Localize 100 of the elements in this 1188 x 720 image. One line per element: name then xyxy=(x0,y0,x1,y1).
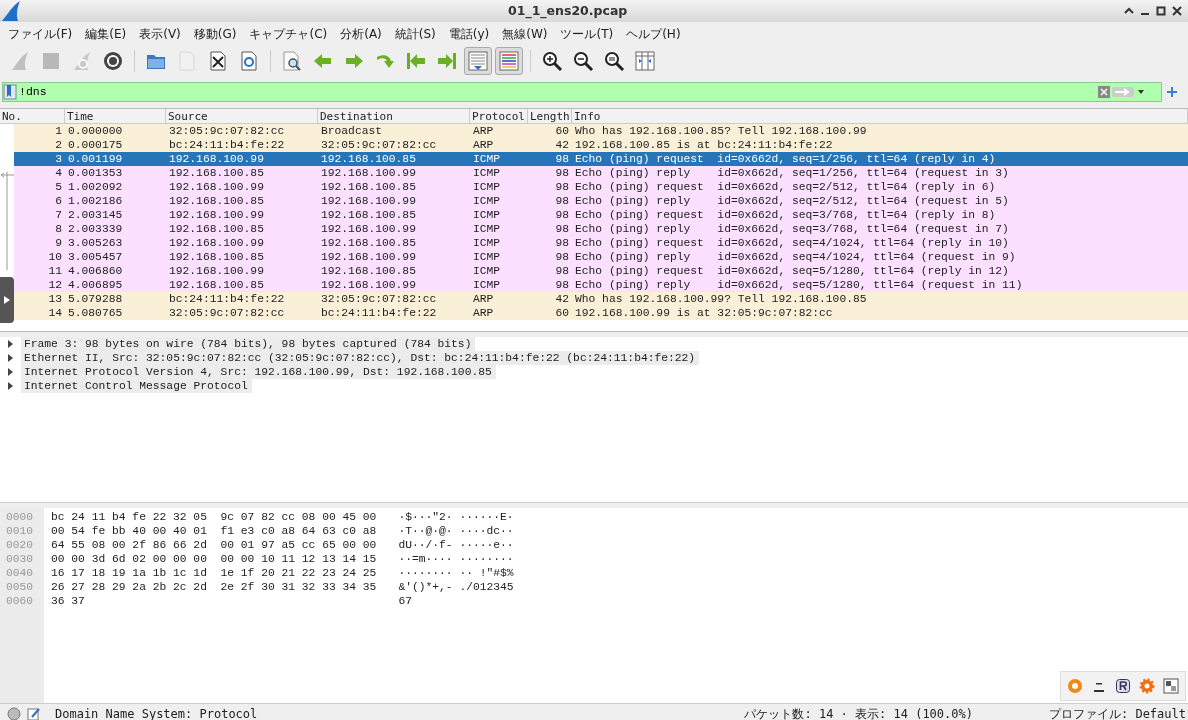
edit-icon[interactable] xyxy=(27,706,41,720)
table-cell-text: 4 xyxy=(54,166,63,180)
tree-item[interactable]: Ethernet II, Src: 32:05:9c:07:82:cc (32:05:9c:07:82:cc), Dst: bc:24:11:b4:fe:22 (bc:24:11:b4:fe:22) xyxy=(21,351,700,365)
table-cell-text: 0.000175 xyxy=(67,138,124,152)
column-header[interactable]: Protocol xyxy=(470,109,528,123)
packet-row[interactable]: 14 5.080765 32:05:9c:07:82:cc bc:24:11:b4:fe:22 ARP 60 192.168.100.99 is at 32:05:9c:07:82:cc xyxy=(14,306,1188,320)
tree-item[interactable]: Internet Control Message Protocol xyxy=(21,379,252,393)
collapse-icon[interactable] xyxy=(1124,6,1134,16)
packet-row[interactable]: 3 0.001199 192.168.100.99 192.168.100.85 ICMP 98 Echo (ping) request id=0x662d, seq=1/256, ttl=64 (reply in 4) xyxy=(14,152,1188,166)
offset-text: 0010 xyxy=(5,524,35,538)
menu-item[interactable]: ヘルプ(H) xyxy=(618,25,686,43)
column-header[interactable]: Info xyxy=(572,109,1188,123)
autoscroll-button[interactable] xyxy=(464,47,492,75)
table-cell-text: 192.168.100.85 is at bc:24:11:b4:fe:22 xyxy=(574,138,834,152)
hex-bytes: 26 27 28 29 2a 2b 2c 2d 2e 2f 30 31 32 33 34 35 xyxy=(51,580,377,594)
layout-icon[interactable] xyxy=(1163,678,1179,694)
table-cell-text: bc:24:11:b4:fe:22 xyxy=(168,292,286,306)
table-cell-text: Echo (ping) request id=0x662d, seq=4/1024, ttl=64 (reply in 10) xyxy=(574,236,1010,250)
menu-item[interactable]: 分析(A) xyxy=(332,25,387,43)
packet-row[interactable]: 1 0.000000 32:05:9c:07:82:cc Broadcast ARP 60 Who has 192.168.100.85? Tell 192.168.100.99 xyxy=(14,124,1188,138)
ascii-text: dU··/·f- ·····e·· xyxy=(398,538,514,552)
table-cell-text: ICMP xyxy=(472,166,502,180)
table-cell-text: 98 xyxy=(554,250,570,264)
table-cell-text: 2.003145 xyxy=(67,208,124,222)
ascii-text: 67 xyxy=(398,594,413,608)
table-cell-text: 98 xyxy=(554,180,570,194)
ascii-text: ········ ·· !"#$% xyxy=(398,566,514,580)
table-cell-text: 98 xyxy=(554,194,570,208)
ascii-text: ··=m···· ········ xyxy=(398,552,514,566)
maximize-icon[interactable] xyxy=(1156,6,1166,16)
packet-row[interactable]: 12 4.006895 192.168.100.85 192.168.100.99 ICMP 98 Echo (ping) reply id=0x662d, seq=5/1280, ttl=64 (request in 11) xyxy=(14,278,1188,292)
tree-item[interactable]: Frame 3: 98 bytes on wire (784 bits), 98 bytes captured (784 bits) xyxy=(21,337,476,351)
menu-item[interactable]: 表示(V) xyxy=(131,25,186,43)
close-icon[interactable] xyxy=(1172,6,1182,16)
table-cell-text: ICMP xyxy=(472,152,502,166)
menu-item[interactable]: 電話(y) xyxy=(440,25,495,43)
offset-text: 0030 xyxy=(5,552,35,566)
hex-bytes: 00 54 fe bb 40 00 40 01 f1 e3 c0 a8 64 63 c0 a8 xyxy=(51,524,377,538)
find-icon xyxy=(281,50,303,72)
table-cell-text: Echo (ping) request id=0x662d, seq=3/768, ttl=64 (reply in 8) xyxy=(574,208,997,222)
column-header[interactable]: Length xyxy=(528,109,572,123)
table-cell-text: ICMP xyxy=(472,264,502,278)
packet-row[interactable]: 13 5.079288 bc:24:11:b4:fe:22 32:05:9c:07:82:cc ARP 42 Who has 192.168.100.99? Tell 192.168.100.85 xyxy=(14,292,1188,306)
menu-item[interactable]: 編集(E) xyxy=(77,25,132,43)
expand-icon xyxy=(4,296,10,304)
column-header[interactable]: Source xyxy=(166,109,318,123)
settings-icon[interactable] xyxy=(1139,678,1155,694)
table-cell-text: 192.168.100.99 xyxy=(320,222,417,236)
column-header[interactable]: No. xyxy=(0,109,65,123)
packet-row[interactable]: 9 3.005263 192.168.100.99 192.168.100.85 ICMP 98 Echo (ping) request id=0x662d, seq=4/1024, ttl=64 (reply in 10) xyxy=(14,236,1188,250)
table-cell-text: 98 xyxy=(554,166,570,180)
colorize-button[interactable] xyxy=(495,47,523,75)
table-cell-text: 98 xyxy=(554,264,570,278)
table-cell-text: 9 xyxy=(54,236,63,250)
hex-bytes: 64 55 08 00 2f 86 66 2d 00 01 97 a5 cc 65 00 00 xyxy=(51,538,377,552)
table-cell-text: 12 xyxy=(47,278,63,292)
packet-row[interactable]: 2 0.000175 bc:24:11:b4:fe:22 32:05:9c:07:82:cc ARP 42 192.168.100.85 is at bc:24:11:b4:fe:22 xyxy=(14,138,1188,152)
table-cell-text: Who has 192.168.100.99? Tell 192.168.100.85 xyxy=(574,292,868,306)
packet-row[interactable]: 6 1.002186 192.168.100.85 192.168.100.99 ICMP 98 Echo (ping) reply id=0x662d, seq=2/512, ttl=64 (request in 5) xyxy=(14,194,1188,208)
menu-item[interactable]: キャプチャ(C) xyxy=(241,25,333,43)
zoom-in-icon xyxy=(541,50,563,72)
table-cell-text: 14 xyxy=(47,306,63,320)
window-title: 01_1_ens20.pcap xyxy=(508,1,628,21)
packet-row[interactable]: 5 1.002092 192.168.100.99 192.168.100.85 ICMP 98 Echo (ping) request id=0x662d, seq=2/512, ttl=64 (reply in 6) xyxy=(14,180,1188,194)
menu-item[interactable]: 統計(S) xyxy=(386,25,441,43)
menu-item[interactable]: 無線(W) xyxy=(494,25,553,43)
table-cell-text: 2 xyxy=(54,138,63,152)
hex-bytes: 16 17 18 19 1a 1b 1c 1d 1e 1f 20 21 22 23 24 25 xyxy=(51,566,377,580)
offset-text: 0040 xyxy=(5,566,35,580)
packet-row[interactable]: 10 3.005457 192.168.100.85 192.168.100.99 ICMP 98 Echo (ping) reply id=0x662d, seq=4/1024, ttl=64 (request in 9) xyxy=(14,250,1188,264)
ascii-text: ·T··@·@· ····dc·· xyxy=(398,524,514,538)
table-cell-text: 1.002092 xyxy=(67,180,124,194)
table-cell-text: 192.168.100.99 xyxy=(320,194,417,208)
packet-row[interactable]: 11 4.006860 192.168.100.99 192.168.100.85 ICMP 98 Echo (ping) request id=0x662d, seq=5/1280, ttl=64 (reply in 12) xyxy=(14,264,1188,278)
menu-item[interactable]: ファイル(F) xyxy=(0,25,78,43)
packet-row[interactable]: 7 2.003145 192.168.100.99 192.168.100.85 ICMP 98 Echo (ping) request id=0x662d, seq=3/768, ttl=64 (reply in 8) xyxy=(14,208,1188,222)
table-cell-text: 6 xyxy=(54,194,63,208)
table-cell-text: Echo (ping) request id=0x662d, seq=1/256, ttl=64 (reply in 4) xyxy=(574,152,997,166)
table-cell-text: 32:05:9c:07:82:cc xyxy=(168,124,286,138)
table-cell-text: 98 xyxy=(554,208,570,222)
packet-row[interactable]: 4 0.001353 192.168.100.85 192.168.100.99 ICMP 98 Echo (ping) reply id=0x662d, seq=1/256, ttl=64 (request in 3) xyxy=(14,166,1188,180)
profile-text[interactable]: プロファイル: Default xyxy=(1048,704,1186,720)
add-filter-icon[interactable] xyxy=(1165,85,1179,99)
column-header[interactable]: Destination xyxy=(318,109,470,123)
tree-item[interactable]: Internet Protocol Version 4, Src: 192.168.100.99, Dst: 192.168.100.85 xyxy=(21,365,496,379)
menu-item[interactable]: ツール(T) xyxy=(552,25,619,43)
register-icon[interactable] xyxy=(1115,678,1131,694)
menu-item[interactable]: 移動(G) xyxy=(185,25,242,43)
column-header[interactable]: Time xyxy=(65,109,166,123)
table-cell-text: ARP xyxy=(472,124,495,138)
packet-row[interactable]: 8 2.003339 192.168.100.85 192.168.100.99 ICMP 98 Echo (ping) reply id=0x662d, seq=3/768, ttl=64 (request in 7) xyxy=(14,222,1188,236)
table-cell-text: 3.005263 xyxy=(67,236,124,250)
table-cell-text: Who has 192.168.100.85? Tell 192.168.100.99 xyxy=(574,124,868,138)
table-cell-text: Echo (ping) reply id=0x662d, seq=3/768, ttl=64 (request in 7) xyxy=(574,222,1010,236)
table-cell-text: ICMP xyxy=(472,222,502,236)
colorize-icon xyxy=(498,50,520,72)
side-panel-tab[interactable] xyxy=(0,277,14,323)
status-circle-icon xyxy=(7,706,21,720)
table-cell-text: 192.168.100.85 xyxy=(168,194,265,208)
table-cell-text: Echo (ping) reply id=0x662d, seq=2/512, ttl=64 (request in 5) xyxy=(574,194,1010,208)
